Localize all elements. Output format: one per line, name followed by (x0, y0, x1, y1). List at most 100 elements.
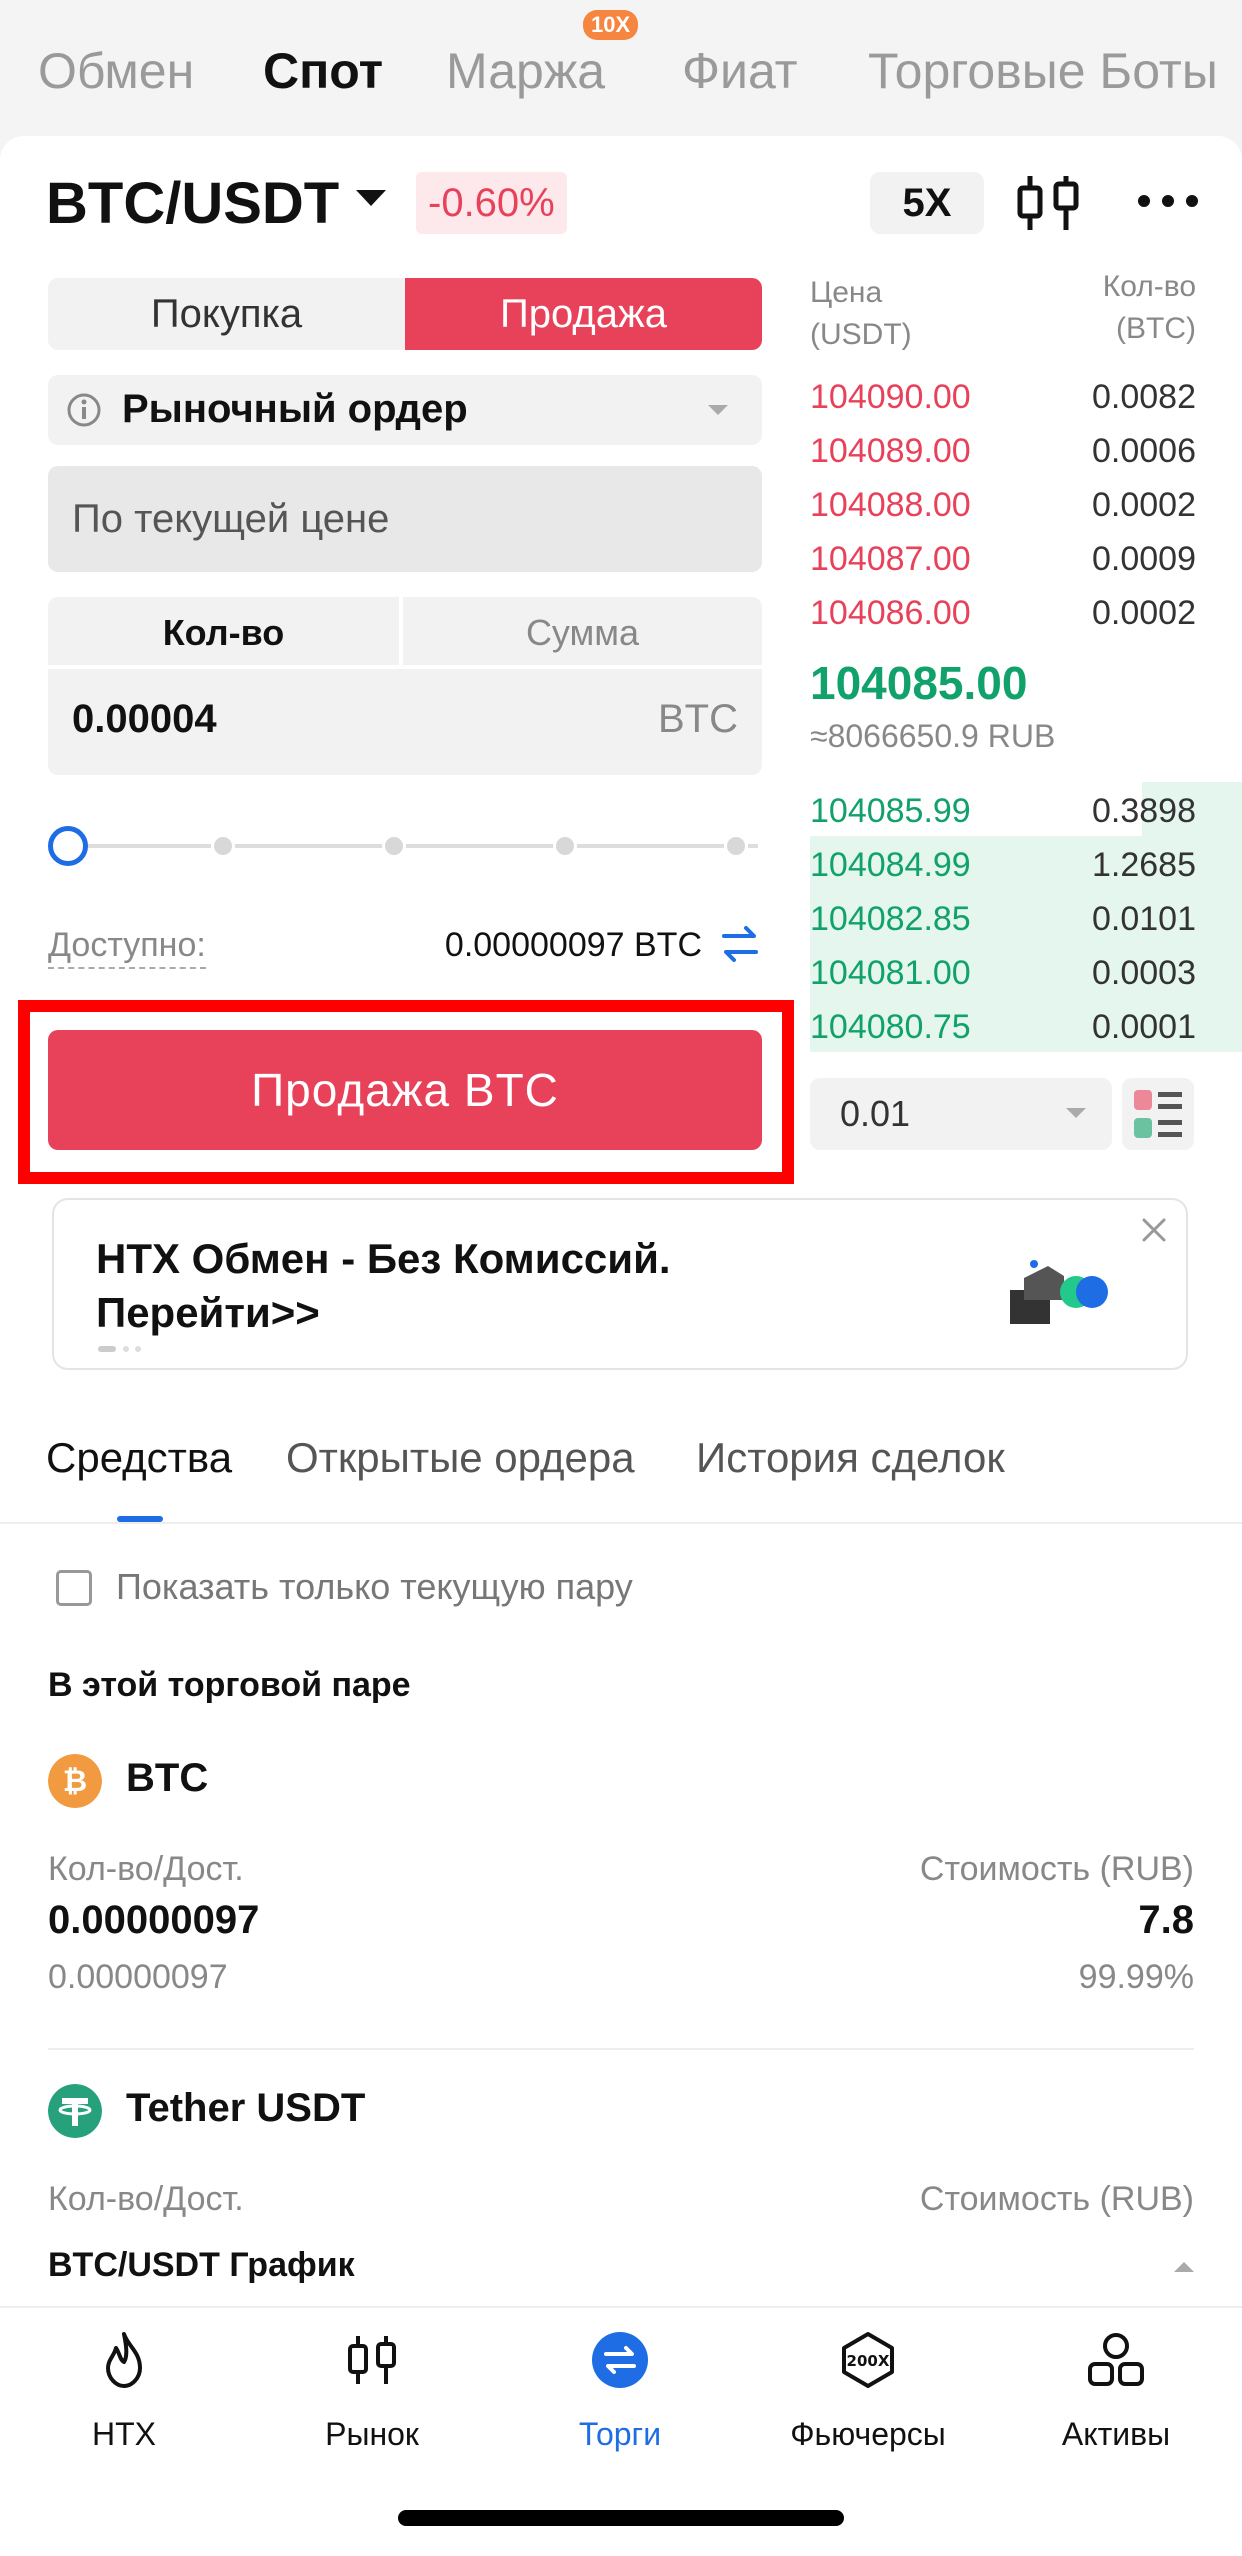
more-menu-icon[interactable] (1128, 176, 1208, 226)
carousel-dots (98, 1346, 141, 1352)
nav-trade[interactable]: Торги (496, 2308, 744, 2468)
tab-exchange[interactable]: Обмен (38, 42, 194, 100)
price-input[interactable]: По текущей цене (48, 466, 762, 572)
bid-row[interactable]: 104085.99 0.3898 (810, 782, 1242, 836)
tab-margin[interactable]: Маржа (446, 42, 605, 100)
candles-icon (348, 2336, 396, 2384)
ask-qty: 0.0002 (1092, 594, 1196, 632)
tab-spot[interactable]: Спот (263, 42, 383, 100)
transfer-icon[interactable] (718, 922, 762, 966)
ask-price: 104090.00 (810, 378, 971, 416)
tab-funds[interactable]: Средства (46, 1434, 232, 1482)
qty-header-label: Кол-во (1102, 270, 1196, 303)
ask-qty: 0.0009 (1092, 540, 1196, 578)
asset-qty-label: Кол-во/Дост. (48, 1850, 244, 1888)
tab-open-orders[interactable]: Открытые ордера (286, 1434, 635, 1482)
asset-qty: 0.00000097 (48, 1898, 260, 1942)
nav-label: Торги (578, 2416, 662, 2452)
nav-label: Рынок (325, 2416, 419, 2452)
chart-toggle-bar[interactable]: BTC/USDT График (0, 2240, 1242, 2306)
ask-row[interactable]: 104088.00 0.0002 (810, 476, 1242, 530)
tab-trade-history[interactable]: История сделок (696, 1434, 1005, 1482)
nav-htx[interactable]: HTX (0, 2308, 248, 2468)
bid-qty: 0.0001 (1092, 1008, 1196, 1046)
flame-icon (106, 2332, 142, 2388)
svg-text:200X: 200X (847, 2352, 890, 2370)
asset-value-label: Стоимость (RUB) (919, 1850, 1194, 1888)
asset-share: 99.99% (1078, 1958, 1194, 1996)
kline-chart-icon[interactable] (1016, 170, 1082, 236)
slider-step-100[interactable] (724, 834, 748, 858)
promo-text[interactable]: HTX Обмен - Без Комиссий. Перейти>> (96, 1232, 796, 1340)
last-price[interactable]: 104085.00 (810, 656, 1027, 710)
depth-precision-value: 0.01 (840, 1093, 911, 1134)
tab-trading-bots[interactable]: Торговые Боты (868, 42, 1218, 100)
ask-row[interactable]: 104089.00 0.0006 (810, 422, 1242, 476)
close-icon[interactable] (1136, 1212, 1172, 1248)
chevron-up-icon[interactable] (1174, 2262, 1194, 2272)
slider-handle[interactable] (48, 826, 88, 866)
chevron-down-icon (1066, 1108, 1086, 1118)
nav-label: Активы (1061, 2416, 1171, 2452)
top-tab-bar: Обмен Спот Маржа 10X Фиат Торговые Боты (0, 0, 1242, 136)
ask-qty: 0.0082 (1092, 378, 1196, 416)
pair-dropdown-icon[interactable] (356, 190, 386, 206)
order-type-select[interactable]: Рыночный ордер (48, 375, 762, 445)
nav-futures[interactable]: 200X Фьючерсы (744, 2308, 992, 2468)
trade-icon (592, 2332, 648, 2388)
ask-price: 104086.00 (810, 594, 971, 632)
quantity-input[interactable]: 0.00004 (72, 697, 217, 742)
available-label[interactable]: Доступно: (48, 926, 206, 969)
futures-200x-icon: 200X (842, 2332, 894, 2388)
promo-illustration-icon (1010, 1260, 1108, 1324)
price-change-badge: -0.60% (416, 172, 567, 234)
bid-row[interactable]: 104080.75 0.0001 (810, 998, 1242, 1052)
bid-row[interactable]: 104084.99 1.2685 (810, 836, 1242, 890)
bid-qty: 1.2685 (1092, 846, 1196, 884)
sell-tab[interactable]: Продажа (405, 278, 762, 350)
quantity-unit: BTC (658, 697, 738, 741)
slider-step-50[interactable] (382, 834, 406, 858)
order-type-label: Рыночный ордер (122, 387, 468, 431)
ask-price: 104088.00 (810, 486, 971, 524)
available-value: 0.00000097 BTC (444, 926, 702, 964)
amount-mode-total-tab[interactable]: Сумма (403, 597, 762, 669)
ask-qty: 0.0002 (1092, 486, 1196, 524)
amount-mode-quantity-tab[interactable]: Кол-во (48, 597, 403, 669)
assets-tab-bar: Средства Открытые ордера История сделок (0, 1420, 1242, 1524)
bid-qty: 0.3898 (1092, 792, 1196, 830)
bid-price: 104080.75 (810, 1008, 971, 1046)
amount-percent-slider[interactable] (48, 826, 762, 866)
buy-tab[interactable]: Покупка (48, 278, 405, 350)
current-pair-filter-label[interactable]: Показать только текущую пару (116, 1566, 633, 1608)
orderbook-qty-header: Кол-во (BTC) (1103, 266, 1196, 350)
asset-value: 7.8 (1138, 1898, 1194, 1942)
ask-price: 104087.00 (810, 540, 971, 578)
tab-fiat[interactable]: Фиат (682, 42, 798, 100)
bid-row[interactable]: 104082.85 0.0101 (810, 890, 1242, 944)
leverage-button[interactable]: 5X (870, 172, 984, 234)
orderbook-layout-icon[interactable] (1122, 1078, 1194, 1150)
info-icon[interactable] (66, 392, 102, 428)
asset-name: Tether USDT (126, 2086, 366, 2130)
bitcoin-icon: ₿ (48, 1754, 102, 1808)
slider-step-25[interactable] (211, 834, 235, 858)
ask-row[interactable]: 104087.00 0.0009 (810, 530, 1242, 584)
buy-sell-toggle: Покупка Продажа (48, 278, 762, 350)
depth-precision-select[interactable]: 0.01 (810, 1078, 1112, 1150)
ask-row[interactable]: 104090.00 0.0082 (810, 368, 1242, 422)
asset-available: 0.00000097 (48, 1958, 228, 1996)
current-pair-checkbox[interactable] (56, 1570, 92, 1606)
slider-step-75[interactable] (553, 834, 577, 858)
ask-row[interactable]: 104086.00 0.0002 (810, 584, 1242, 638)
promo-banner[interactable]: HTX Обмен - Без Комиссий. Перейти>> (52, 1198, 1188, 1370)
nav-assets[interactable]: Активы (992, 2308, 1240, 2468)
nav-market[interactable]: Рынок (248, 2308, 496, 2468)
chart-toggle-label[interactable]: BTC/USDT График (48, 2246, 355, 2285)
last-price-fiat: ≈8066650.9 RUB (810, 718, 1056, 754)
bid-row[interactable]: 104081.00 0.0003 (810, 944, 1242, 998)
asset-value-label: Стоимость (RUB) (919, 2180, 1194, 2218)
amount-input-group: Кол-во Сумма 0.00004 BTC (48, 597, 762, 775)
pair-title[interactable]: BTC/USDT (46, 170, 339, 237)
sell-btc-button[interactable]: Продажа BTC (48, 1030, 762, 1150)
